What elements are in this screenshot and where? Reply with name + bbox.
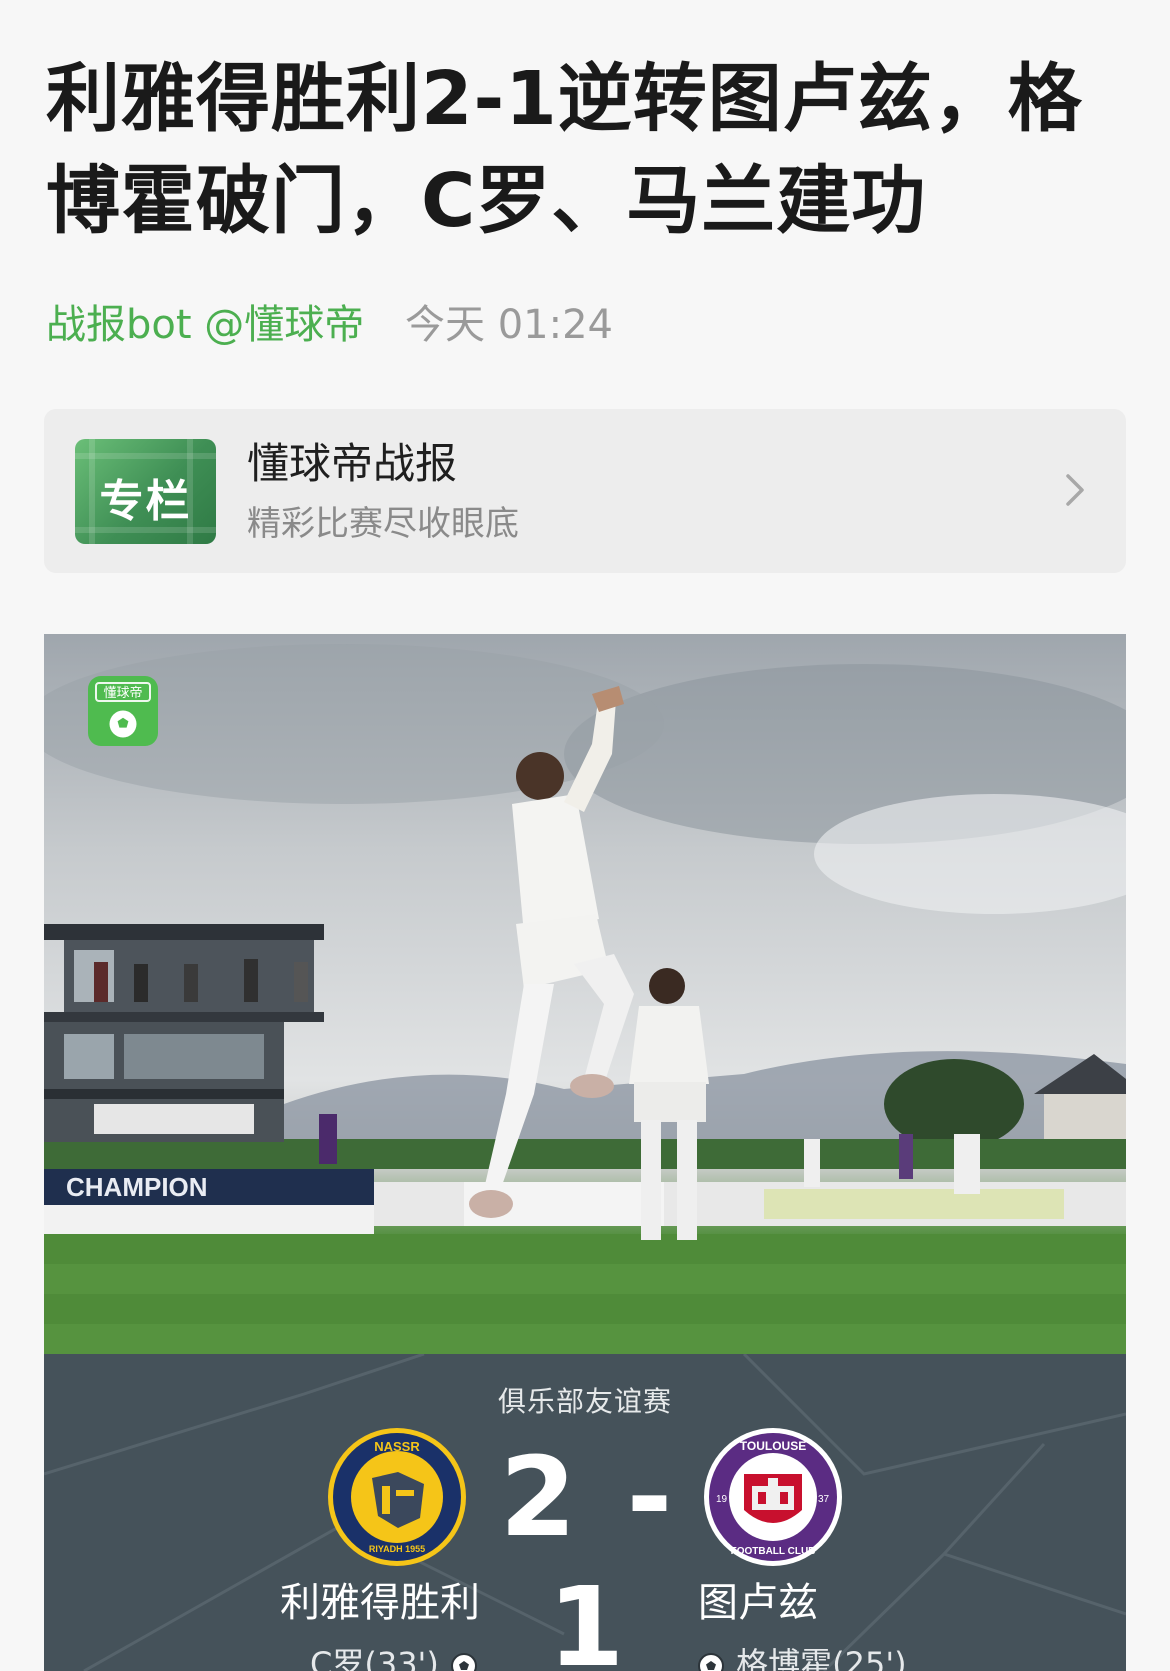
match-scoreboard: 俱乐部友谊赛 NASSR RIYADH 1955 2 - 1 TOULOUSE … [44, 1354, 1126, 1671]
svg-text:TOULOUSE: TOULOUSE [740, 1439, 806, 1453]
article-meta: 战报bot @懂球帝 今天 01:24 [46, 298, 613, 352]
svg-text:FOOTBALL CLUB: FOOTBALL CLUB [731, 1546, 816, 1557]
soccer-ball-icon [451, 1653, 478, 1671]
column-name: 懂球帝战报 [247, 439, 458, 488]
ad-board-text: CHAMPION [66, 1172, 208, 1202]
away-team-crest: TOULOUSE FOOTBALL CLUB 19 37 [702, 1426, 844, 1568]
column-subtitle: 精彩比赛尽收眼底 [247, 504, 519, 544]
soccer-ball-icon [698, 1653, 724, 1671]
svg-text:37: 37 [818, 1494, 830, 1505]
away-scorer: 格博霍(25') [696, 1644, 907, 1671]
match-score: 2 - 1 [499, 1433, 679, 1671]
dongqiudi-watermark-logo: 懂球帝 [88, 676, 158, 746]
toulouse-crest-icon: TOULOUSE FOOTBALL CLUB 19 37 [704, 1428, 842, 1566]
soccer-ball-icon [109, 710, 137, 738]
competition-name: 俱乐部友谊赛 [497, 1385, 672, 1418]
al-nassr-crest-icon: NASSR RIYADH 1955 [328, 1428, 466, 1566]
svg-text:19: 19 [716, 1494, 728, 1505]
home-team-crest: NASSR RIYADH 1955 [326, 1426, 468, 1568]
away-scorer-text: 格博霍(25') [736, 1645, 907, 1671]
home-scorer: C罗(33') [310, 1644, 479, 1671]
watermark-text: 懂球帝 [95, 682, 151, 702]
home-team-name: 利雅得胜利 [280, 1580, 480, 1626]
chevron-right-icon [1066, 474, 1084, 506]
match-photo: CHAMPION 懂球帝 [44, 634, 1126, 1354]
article-title: 利雅得胜利2-1逆转图卢兹，格博霍破门，C罗、马兰建功 [46, 56, 1083, 244]
svg-text:NASSR: NASSR [374, 1439, 420, 1454]
publish-time: 今天 01:24 [404, 302, 613, 348]
match-photo-illustration: CHAMPION [44, 644, 1126, 1354]
svg-text:RIYADH 1955: RIYADH 1955 [369, 1544, 425, 1554]
column-thumbnail: 专栏 [75, 439, 216, 544]
column-thumb-label: 专栏 [99, 476, 192, 527]
column-card[interactable]: 专栏 懂球帝战报 精彩比赛尽收眼底 [44, 409, 1126, 573]
away-team-name: 图卢兹 [698, 1580, 818, 1626]
home-scorer-text: C罗(33') [310, 1645, 439, 1671]
author-link[interactable]: 战报bot @懂球帝 [46, 302, 364, 348]
